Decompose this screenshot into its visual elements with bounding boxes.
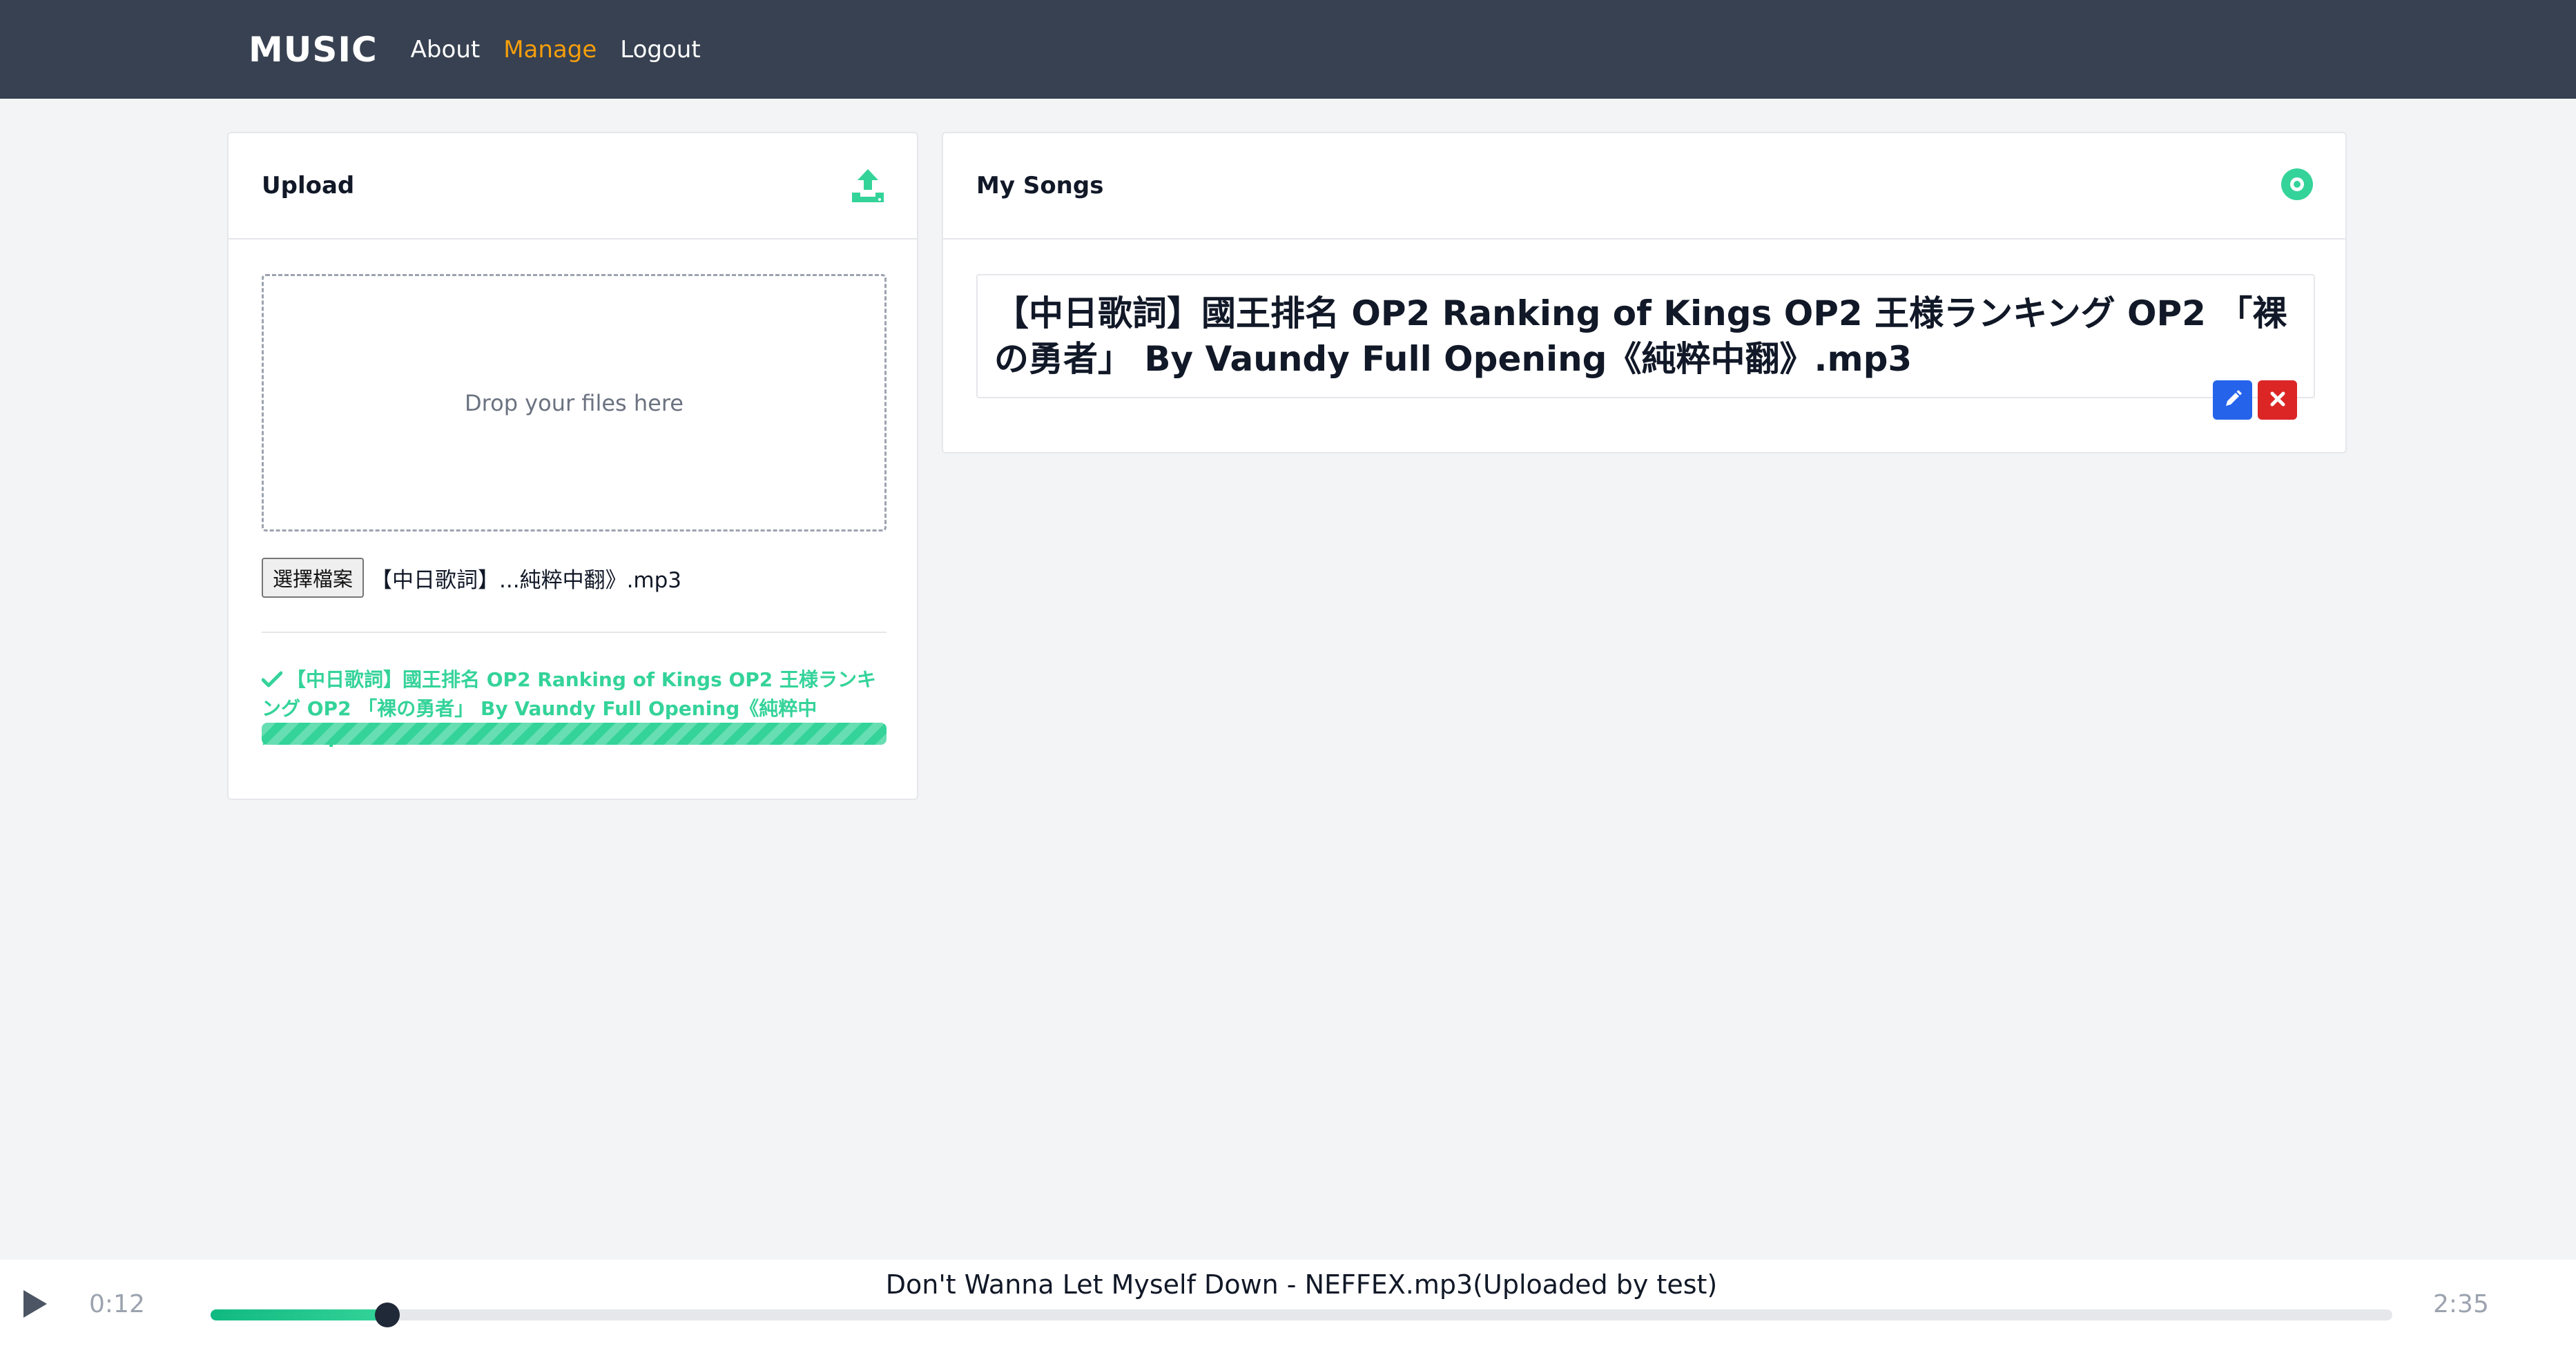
seek-bar-fill [211,1309,387,1320]
edit-song-button[interactable] [2213,380,2252,420]
disc-icon [2280,168,2314,204]
nav-link-about[interactable]: About [411,36,481,64]
total-time: 2:35 [2433,1290,2489,1318]
navbar: MUSIC About Manage Logout [0,0,2576,99]
nav-link-logout[interactable]: Logout [620,36,700,64]
song-title[interactable]: 【中日歌詞】國王排名 OP2 Ranking of Kings OP2 王様ラン… [994,291,2297,382]
edit-icon [2223,389,2243,411]
seek-handle[interactable] [374,1303,400,1327]
upload-title: Upload [262,172,355,199]
song-actions [2213,380,2297,420]
upload-progress-bar [262,723,887,745]
dropzone-text: Drop your files here [465,389,684,416]
close-icon [2269,391,2286,409]
check-icon [261,667,283,695]
song-list-item[interactable]: 【中日歌詞】國王排名 OP2 Ranking of Kings OP2 王様ラン… [976,274,2315,420]
upload-card-header: Upload [229,133,917,240]
selected-file-name: 【中日歌詞】...純粹中翻》.mp3 [371,567,682,593]
upload-progress-fill [262,723,887,745]
choose-file-button[interactable]: 選擇檔案 [262,558,365,598]
play-icon[interactable] [21,1289,48,1322]
brand-logo[interactable]: MUSIC [249,30,378,70]
upload-icon [851,168,885,204]
upload-card: Upload Drop your files here 選擇檔案 【中日歌詞】.… [227,132,918,800]
songs-title: My Songs [976,172,1104,199]
file-dropzone[interactable]: Drop your files here [262,274,887,531]
current-time: 0:12 [89,1290,145,1318]
file-input: 選擇檔案 【中日歌詞】...純粹中翻》.mp3 [262,558,681,598]
seek-bar[interactable] [211,1303,2392,1327]
upload-divider [262,632,887,633]
delete-song-button[interactable] [2258,380,2297,420]
songs-card-header: My Songs [943,133,2345,240]
nav-link-manage[interactable]: Manage [503,36,597,64]
songs-card: My Songs 【中日歌詞】國王排名 OP2 Ranking of Kings… [942,132,2347,453]
now-playing-title: Don't Wanna Let Myself Down - NEFFEX.mp3… [885,1269,1718,1300]
